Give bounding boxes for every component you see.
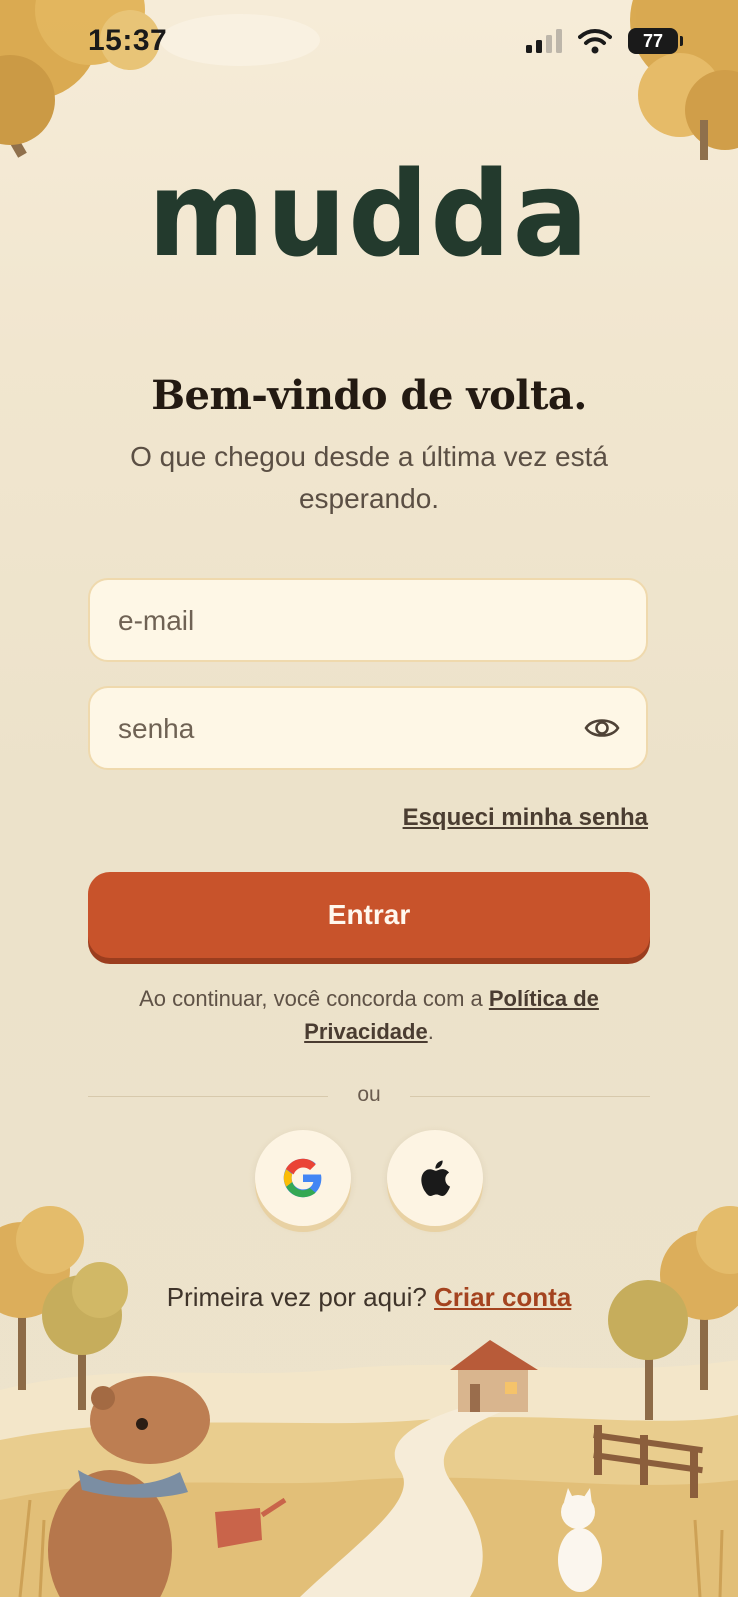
status-icons: 77: [526, 28, 683, 54]
password-field[interactable]: [88, 686, 648, 770]
signal-icon: [526, 29, 562, 53]
battery-icon: 77: [628, 28, 683, 54]
forgot-password-link[interactable]: Esqueci minha senha: [403, 804, 648, 832]
tree-top-right: [630, 0, 738, 160]
login-button[interactable]: Entrar: [88, 872, 650, 958]
apple-icon: [421, 1160, 451, 1196]
password-input[interactable]: [116, 688, 560, 770]
privacy-notice: Ao continuar, você concorda com a Políti…: [120, 982, 618, 1048]
signup-prompt-text: Primeira vez por aqui?: [166, 1282, 435, 1312]
show-password-icon[interactable]: [584, 714, 620, 742]
apple-login-button[interactable]: [387, 1130, 483, 1226]
divider-label: ou: [357, 1083, 381, 1106]
page-subtitle: O que chegou desde a última vez está esp…: [130, 441, 608, 514]
google-icon: [283, 1158, 322, 1198]
divider-line-right: [410, 1096, 650, 1097]
status-time: 15:37: [88, 24, 168, 57]
house: [450, 1340, 538, 1412]
page-title: Bem-vindo de volta.: [151, 372, 587, 419]
signup-prompt: Primeira vez por aqui? Criar conta: [0, 1282, 738, 1313]
email-input[interactable]: [116, 580, 560, 662]
email-field[interactable]: [88, 578, 648, 662]
or-divider: ou: [88, 1083, 650, 1106]
privacy-notice-suffix: .: [427, 1019, 434, 1044]
app-logo: mudda: [147, 146, 591, 284]
create-account-link[interactable]: Criar conta: [434, 1282, 571, 1312]
privacy-notice-text: Ao continuar, você concorda com a: [139, 986, 489, 1011]
login-screen: 15:37 77 mudda Bem-vindo de volta. O que…: [0, 0, 738, 1597]
wifi-icon: [578, 29, 612, 54]
google-login-button[interactable]: [255, 1130, 351, 1226]
